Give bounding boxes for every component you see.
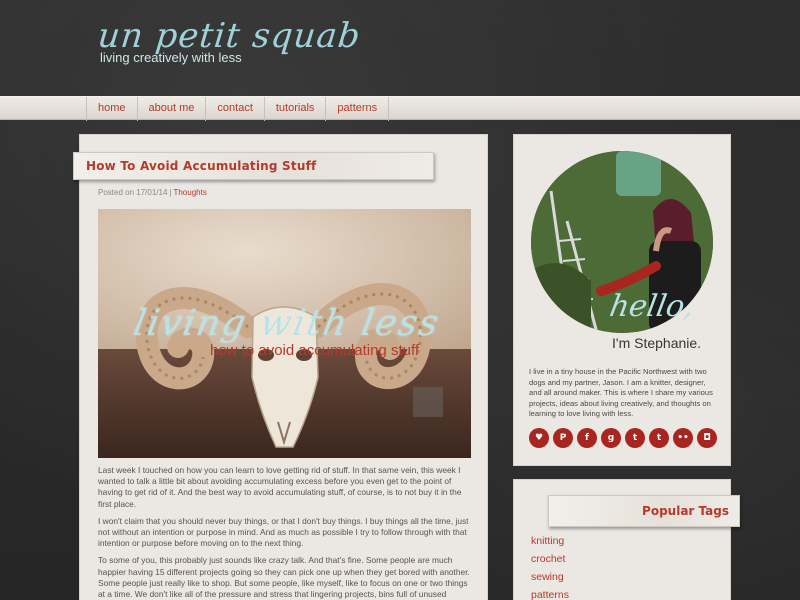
post-paragraph: I won't claim that you should never buy … <box>98 515 469 549</box>
hero-subtitle: how to avoid accumulating stuff <box>210 342 420 359</box>
post-paragraph: Last week I touched on how you can learn… <box>98 465 462 509</box>
author-name: I'm Stephanie. <box>612 335 702 351</box>
heart-icon[interactable]: ♥ <box>529 428 549 448</box>
post-meta: Posted on 17/01/14 | Thoughts <box>98 188 207 197</box>
tags-title: Popular Tags <box>642 504 729 518</box>
flickr-icon[interactable]: •• <box>673 428 693 448</box>
post-date: Posted on 17/01/14 <box>98 188 168 197</box>
post-title-banner: How To Avoid Accumulating Stuff <box>73 152 434 180</box>
site-logo[interactable]: un petit squab living creatively with le… <box>95 16 363 65</box>
nav-item-patterns[interactable]: patterns <box>325 97 390 121</box>
nav-item-about-me[interactable]: about me <box>136 97 206 121</box>
post-paragraph: To some of you, this probably just sound… <box>98 555 470 600</box>
nav-item-home[interactable]: home <box>86 97 137 121</box>
tags-title-banner: Popular Tags <box>548 495 740 527</box>
popular-tags-widget: Popular Tags knitting crochet sewing pat… <box>513 479 740 600</box>
post-category-link[interactable]: Thoughts <box>173 188 206 197</box>
nav-list: home about me contact tutorials patterns <box>86 97 390 121</box>
instagram-icon[interactable]: ◘ <box>697 428 717 448</box>
tag-list: knitting crochet sewing patterns <box>531 532 569 600</box>
nav-item-tutorials[interactable]: tutorials <box>263 97 326 121</box>
nav-item-contact[interactable]: contact <box>205 97 263 121</box>
main-nav: home about me contact tutorials patterns <box>0 96 800 121</box>
about-widget: hello, I'm Stephanie. I live in a tiny h… <box>513 134 731 466</box>
post-body: Last week I touched on how you can learn… <box>98 465 471 600</box>
meta-separator: | <box>169 188 172 197</box>
tag-link[interactable]: patterns <box>531 586 569 600</box>
about-text: I live in a tiny house in the Pacific No… <box>529 367 713 419</box>
twitter-icon[interactable]: t <box>625 428 645 448</box>
hello-script: hello, <box>606 289 697 324</box>
tag-link[interactable]: sewing <box>531 568 569 586</box>
logo-script-text: un petit squab <box>95 16 363 56</box>
social-links: ♥ P f g t t •• ◘ <box>529 428 717 448</box>
post-hero-image: living with less how to avoid accumulati… <box>98 209 471 458</box>
tumblr-icon[interactable]: t <box>649 428 669 448</box>
facebook-icon[interactable]: f <box>577 428 597 448</box>
post-title[interactable]: How To Avoid Accumulating Stuff <box>86 159 316 173</box>
tag-link[interactable]: crochet <box>531 550 569 568</box>
hero-script-title: living with less <box>130 303 444 344</box>
pinterest-icon[interactable]: P <box>553 428 573 448</box>
tag-link[interactable]: knitting <box>531 532 569 550</box>
blog-post: How To Avoid Accumulating Stuff Posted o… <box>73 134 488 600</box>
google-plus-icon[interactable]: g <box>601 428 621 448</box>
